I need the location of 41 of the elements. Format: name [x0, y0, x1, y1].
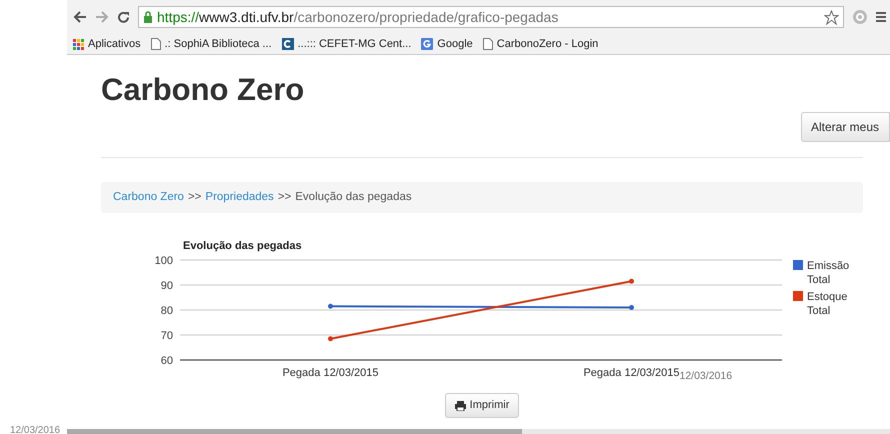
data-point: [328, 304, 333, 309]
print-button[interactable]: Imprimir: [444, 393, 520, 418]
lock-icon: [143, 11, 153, 23]
bookmark-item[interactable]: Google: [421, 36, 473, 52]
account-button[interactable]: Alterar meus: [800, 112, 890, 142]
back-icon[interactable]: [73, 11, 87, 23]
date-text: 12/03/2016: [680, 370, 732, 382]
axis-tick-label: 100: [154, 255, 173, 268]
data-point: [629, 279, 634, 284]
date-text: 12/03/2016: [9, 426, 60, 434]
horizontal-scrollbar[interactable]: [67, 429, 890, 434]
page-icon: [150, 38, 161, 50]
printer-icon: [454, 400, 466, 410]
data-point: [328, 336, 333, 342]
breadcrumb-text: >>: [188, 190, 202, 205]
axis-category-label: Pegada 12/03/2015: [583, 367, 680, 380]
breadcrumb-text: Evolução das pegadas: [295, 190, 412, 205]
breadcrumb-text: >>: [278, 190, 292, 205]
url-text: https://www3.dti.ufv.br/carbonozero/propriedade/grafico-pegadas: [157, 8, 558, 27]
data-point: [629, 305, 634, 310]
axis-tick-label: 90: [160, 280, 173, 292]
bookmark-item[interactable]: Aplicativos: [73, 36, 141, 52]
axis-tick-label: 80: [160, 305, 173, 318]
legend-label: Estoque Total: [807, 291, 848, 318]
page-icon: [482, 38, 493, 50]
google-logo-icon: [421, 38, 434, 50]
star-icon[interactable]: [824, 10, 839, 24]
bookmark-item[interactable]: CarbonoZero - Login: [482, 36, 598, 52]
address-bar[interactable]: https://www3.dti.ufv.br/carbonozero/propriedade/grafico-pegadas: [138, 6, 844, 28]
menu-icon[interactable]: [876, 11, 886, 23]
reload-icon[interactable]: [117, 10, 130, 24]
page-title: Carbono Zero: [101, 72, 306, 108]
site-logo-icon: [282, 38, 294, 50]
bookmark-item[interactable]: .: SophiA Biblioteca ...: [150, 36, 272, 52]
apps-grid-icon: [73, 38, 84, 50]
axis-category-label: Pegada 12/03/2015: [282, 367, 379, 380]
bookmark-item[interactable]: ...::: CEFET-MG Cent...: [282, 36, 412, 52]
chart-title: Evolução das pegadas: [183, 240, 302, 252]
legend-label: Emissão Total: [807, 260, 850, 286]
axis-tick-label: 60: [160, 355, 173, 368]
axis-tick-label: 70: [160, 330, 173, 342]
